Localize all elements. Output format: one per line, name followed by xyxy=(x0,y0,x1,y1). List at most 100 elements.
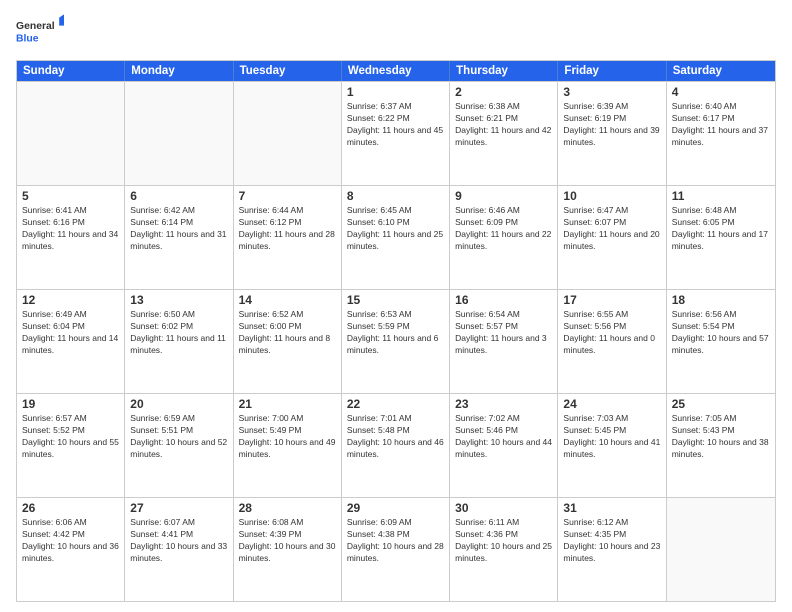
day-number: 2 xyxy=(455,85,552,99)
day-number: 1 xyxy=(347,85,444,99)
week-row-5: 26 Sunrise: 6:06 AMSunset: 4:42 PMDayligh… xyxy=(17,497,775,601)
day-info: Sunrise: 6:08 AMSunset: 4:39 PMDaylight:… xyxy=(239,517,336,565)
day-number: 6 xyxy=(130,189,227,203)
day-number: 19 xyxy=(22,397,119,411)
week-row-3: 12 Sunrise: 6:49 AMSunset: 6:04 PMDayligh… xyxy=(17,289,775,393)
day-cell-27: 27 Sunrise: 6:07 AMSunset: 4:41 PMDayligh… xyxy=(125,498,233,601)
day-number: 15 xyxy=(347,293,444,307)
day-cell-3: 3 Sunrise: 6:39 AMSunset: 6:19 PMDaylight… xyxy=(558,82,666,185)
day-info: Sunrise: 7:05 AMSunset: 5:43 PMDaylight:… xyxy=(672,413,770,461)
day-info: Sunrise: 6:50 AMSunset: 6:02 PMDaylight:… xyxy=(130,309,227,357)
day-info: Sunrise: 6:41 AMSunset: 6:16 PMDaylight:… xyxy=(22,205,119,253)
day-info: Sunrise: 6:40 AMSunset: 6:17 PMDaylight:… xyxy=(672,101,770,149)
day-number: 8 xyxy=(347,189,444,203)
day-info: Sunrise: 6:11 AMSunset: 4:36 PMDaylight:… xyxy=(455,517,552,565)
day-cell-26: 26 Sunrise: 6:06 AMSunset: 4:42 PMDayligh… xyxy=(17,498,125,601)
svg-text:General: General xyxy=(16,21,55,32)
day-cell-7: 7Sunrise: 6:44 AMSunset: 6:12 PMDaylight… xyxy=(234,186,342,289)
day-number: 13 xyxy=(130,293,227,307)
header: General Blue xyxy=(16,12,776,52)
header-day-saturday: Saturday xyxy=(667,61,775,81)
logo-svg: General Blue xyxy=(16,12,64,52)
day-cell-22: 22 Sunrise: 7:01 AMSunset: 5:48 PMDayligh… xyxy=(342,394,450,497)
day-info: Sunrise: 6:48 AMSunset: 6:05 PMDaylight:… xyxy=(672,205,770,253)
day-number: 12 xyxy=(22,293,119,307)
day-cell-8: 8 Sunrise: 6:45 AMSunset: 6:10 PMDaylight… xyxy=(342,186,450,289)
day-cell-23: 23Sunrise: 7:02 AMSunset: 5:46 PMDayligh… xyxy=(450,394,558,497)
day-cell-empty xyxy=(125,82,233,185)
day-number: 7 xyxy=(239,189,336,203)
day-info: Sunrise: 6:52 AMSunset: 6:00 PMDaylight:… xyxy=(239,309,336,357)
day-cell-11: 11 Sunrise: 6:48 AMSunset: 6:05 PMDayligh… xyxy=(667,186,775,289)
day-cell-empty xyxy=(667,498,775,601)
day-cell-9: 9Sunrise: 6:46 AMSunset: 6:09 PMDaylight… xyxy=(450,186,558,289)
day-info: Sunrise: 6:47 AMSunset: 6:07 PMDaylight:… xyxy=(563,205,660,253)
day-number: 10 xyxy=(563,189,660,203)
header-day-thursday: Thursday xyxy=(450,61,558,81)
day-cell-31: 31Sunrise: 6:12 AMSunset: 4:35 PMDayligh… xyxy=(558,498,666,601)
day-info: Sunrise: 6:07 AMSunset: 4:41 PMDaylight:… xyxy=(130,517,227,565)
day-number: 27 xyxy=(130,501,227,515)
day-cell-6: 6 Sunrise: 6:42 AMSunset: 6:14 PMDaylight… xyxy=(125,186,233,289)
day-info: Sunrise: 6:39 AMSunset: 6:19 PMDaylight:… xyxy=(563,101,660,149)
day-info: Sunrise: 6:53 AMSunset: 5:59 PMDaylight:… xyxy=(347,309,444,357)
day-cell-20: 20Sunrise: 6:59 AMSunset: 5:51 PMDayligh… xyxy=(125,394,233,497)
page: General Blue SundayMondayTuesdayWednesda… xyxy=(0,0,792,612)
week-row-2: 5 Sunrise: 6:41 AMSunset: 6:16 PMDaylight… xyxy=(17,185,775,289)
day-info: Sunrise: 6:46 AMSunset: 6:09 PMDaylight:… xyxy=(455,205,552,253)
day-cell-30: 30 Sunrise: 6:11 AMSunset: 4:36 PMDayligh… xyxy=(450,498,558,601)
calendar-header: SundayMondayTuesdayWednesdayThursdayFrid… xyxy=(17,61,775,81)
day-info: Sunrise: 7:01 AMSunset: 5:48 PMDaylight:… xyxy=(347,413,444,461)
header-day-tuesday: Tuesday xyxy=(234,61,342,81)
day-number: 21 xyxy=(239,397,336,411)
day-cell-14: 14 Sunrise: 6:52 AMSunset: 6:00 PMDayligh… xyxy=(234,290,342,393)
day-info: Sunrise: 6:06 AMSunset: 4:42 PMDaylight:… xyxy=(22,517,119,565)
header-day-monday: Monday xyxy=(125,61,233,81)
day-cell-5: 5 Sunrise: 6:41 AMSunset: 6:16 PMDaylight… xyxy=(17,186,125,289)
day-cell-empty xyxy=(234,82,342,185)
day-info: Sunrise: 6:45 AMSunset: 6:10 PMDaylight:… xyxy=(347,205,444,253)
day-info: Sunrise: 6:54 AMSunset: 5:57 PMDaylight:… xyxy=(455,309,552,357)
day-info: Sunrise: 6:12 AMSunset: 4:35 PMDaylight:… xyxy=(563,517,660,565)
day-info: Sunrise: 6:37 AMSunset: 6:22 PMDaylight:… xyxy=(347,101,444,149)
day-cell-4: 4Sunrise: 6:40 AMSunset: 6:17 PMDaylight… xyxy=(667,82,775,185)
day-info: Sunrise: 6:09 AMSunset: 4:38 PMDaylight:… xyxy=(347,517,444,565)
day-cell-24: 24Sunrise: 7:03 AMSunset: 5:45 PMDayligh… xyxy=(558,394,666,497)
day-number: 29 xyxy=(347,501,444,515)
header-day-friday: Friday xyxy=(558,61,666,81)
day-number: 30 xyxy=(455,501,552,515)
day-cell-10: 10 Sunrise: 6:47 AMSunset: 6:07 PMDayligh… xyxy=(558,186,666,289)
day-cell-15: 15 Sunrise: 6:53 AMSunset: 5:59 PMDayligh… xyxy=(342,290,450,393)
day-number: 28 xyxy=(239,501,336,515)
day-number: 22 xyxy=(347,397,444,411)
day-number: 5 xyxy=(22,189,119,203)
day-number: 11 xyxy=(672,189,770,203)
day-info: Sunrise: 6:42 AMSunset: 6:14 PMDaylight:… xyxy=(130,205,227,253)
week-row-1: 1 Sunrise: 6:37 AMSunset: 6:22 PMDaylight… xyxy=(17,81,775,185)
calendar-body: 1 Sunrise: 6:37 AMSunset: 6:22 PMDaylight… xyxy=(17,81,775,601)
day-cell-13: 13 Sunrise: 6:50 AMSunset: 6:02 PMDayligh… xyxy=(125,290,233,393)
day-number: 23 xyxy=(455,397,552,411)
day-cell-29: 29 Sunrise: 6:09 AMSunset: 4:38 PMDayligh… xyxy=(342,498,450,601)
day-number: 25 xyxy=(672,397,770,411)
day-cell-19: 19 Sunrise: 6:57 AMSunset: 5:52 PMDayligh… xyxy=(17,394,125,497)
day-number: 3 xyxy=(563,85,660,99)
day-cell-empty xyxy=(17,82,125,185)
day-info: Sunrise: 6:55 AMSunset: 5:56 PMDaylight:… xyxy=(563,309,660,357)
day-number: 18 xyxy=(672,293,770,307)
day-cell-25: 25 Sunrise: 7:05 AMSunset: 5:43 PMDayligh… xyxy=(667,394,775,497)
day-info: Sunrise: 6:56 AMSunset: 5:54 PMDaylight:… xyxy=(672,309,770,357)
day-number: 26 xyxy=(22,501,119,515)
day-info: Sunrise: 7:00 AMSunset: 5:49 PMDaylight:… xyxy=(239,413,336,461)
day-info: Sunrise: 6:49 AMSunset: 6:04 PMDaylight:… xyxy=(22,309,119,357)
day-number: 24 xyxy=(563,397,660,411)
day-cell-21: 21 Sunrise: 7:00 AMSunset: 5:49 PMDayligh… xyxy=(234,394,342,497)
day-info: Sunrise: 6:57 AMSunset: 5:52 PMDaylight:… xyxy=(22,413,119,461)
day-cell-16: 16Sunrise: 6:54 AMSunset: 5:57 PMDayligh… xyxy=(450,290,558,393)
day-info: Sunrise: 6:38 AMSunset: 6:21 PMDaylight:… xyxy=(455,101,552,149)
day-number: 14 xyxy=(239,293,336,307)
day-number: 17 xyxy=(563,293,660,307)
header-day-sunday: Sunday xyxy=(17,61,125,81)
day-info: Sunrise: 6:59 AMSunset: 5:51 PMDaylight:… xyxy=(130,413,227,461)
logo: General Blue xyxy=(16,12,64,52)
